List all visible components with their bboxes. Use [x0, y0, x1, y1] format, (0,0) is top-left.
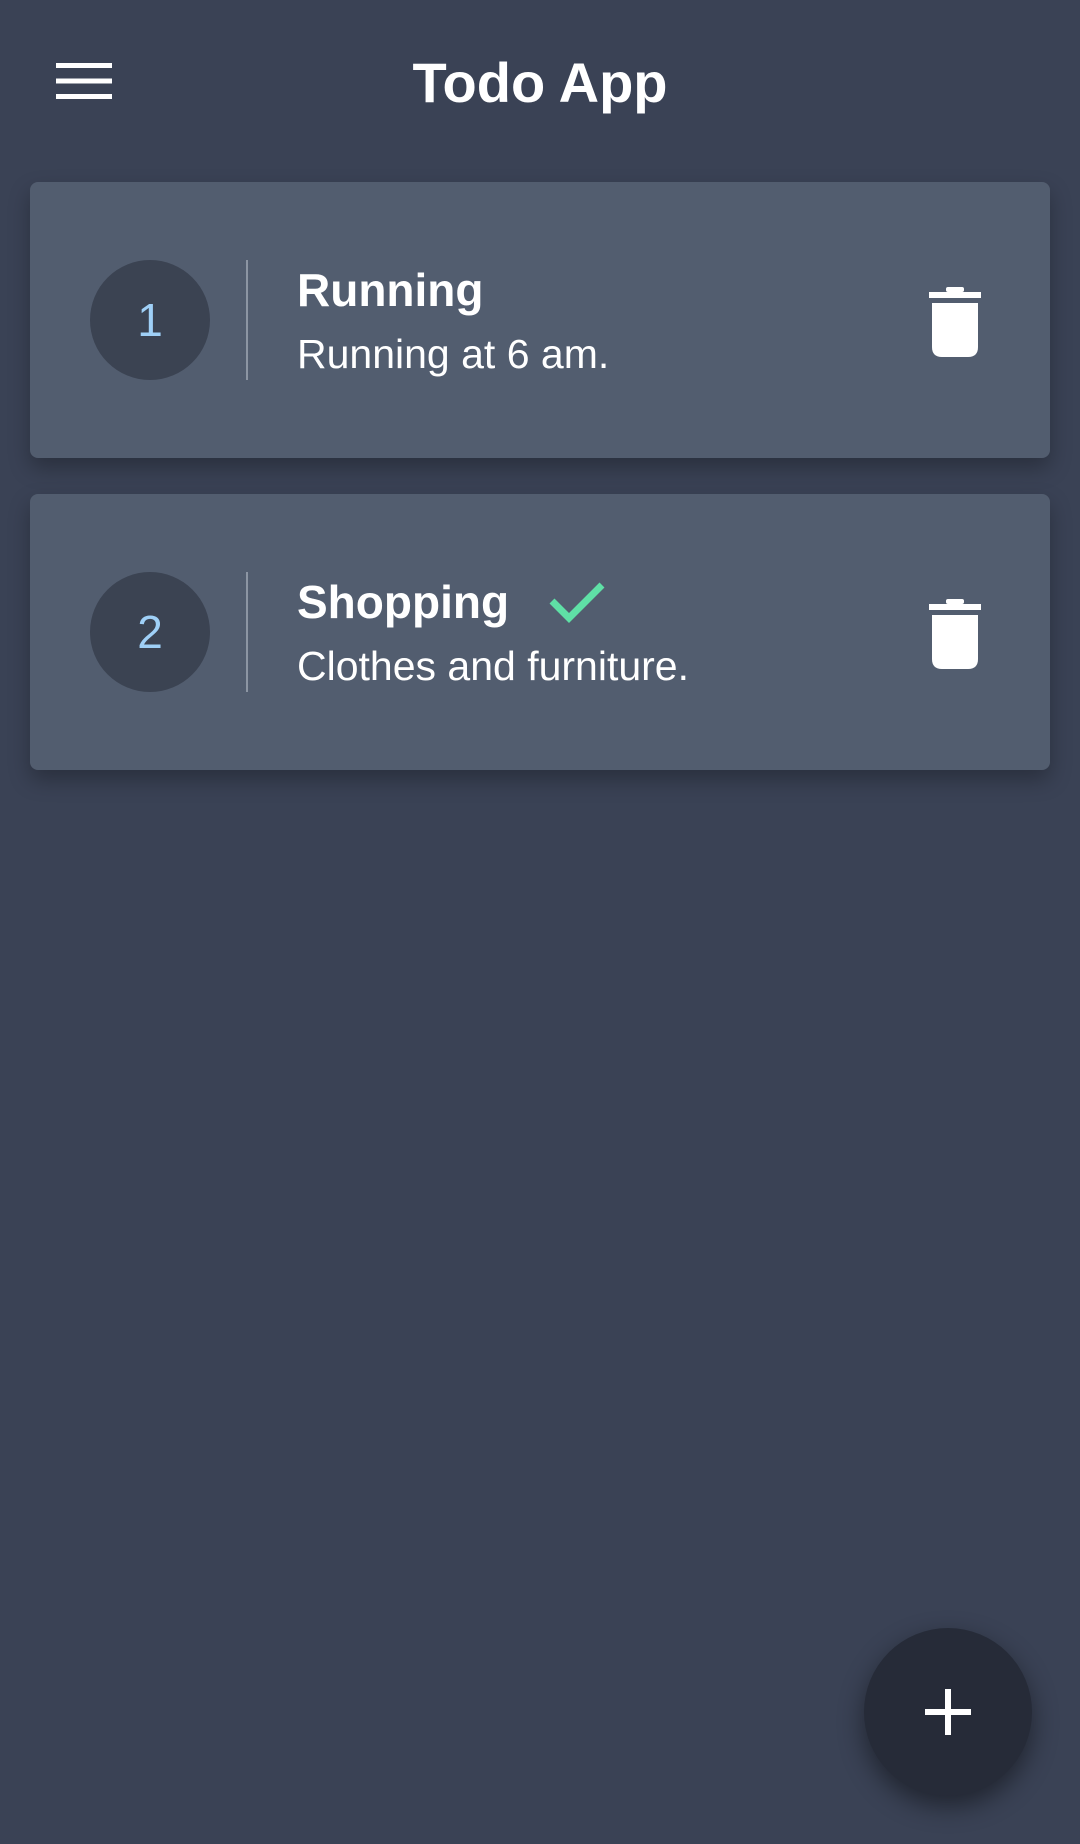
card-divider [246, 260, 248, 380]
trash-icon [929, 287, 981, 357]
todo-title: Running [297, 264, 484, 316]
todo-title-row: Running [297, 260, 484, 320]
plus-icon [925, 1689, 971, 1735]
todo-description: Running at 6 am. [297, 331, 610, 377]
todo-title-row: Shopping [297, 572, 605, 632]
delete-todo-button[interactable] [910, 280, 1000, 364]
todo-index-badge: 2 [90, 572, 210, 692]
add-todo-button[interactable] [864, 1628, 1032, 1796]
todo-description: Clothes and furniture. [297, 643, 690, 689]
delete-todo-button[interactable] [910, 592, 1000, 676]
app-bar: Todo App [0, 0, 1080, 165]
checkmark-icon [549, 582, 605, 623]
app-title: Todo App [412, 51, 668, 114]
todo-title: Shopping [297, 576, 510, 628]
trash-icon [929, 599, 981, 669]
todo-card[interactable]: 1 Running Running at 6 am. [30, 182, 1050, 458]
card-divider [246, 572, 248, 692]
todo-card[interactable]: 2 Shopping Clothes and furniture. [30, 494, 1050, 770]
todo-index-badge: 1 [90, 260, 210, 380]
